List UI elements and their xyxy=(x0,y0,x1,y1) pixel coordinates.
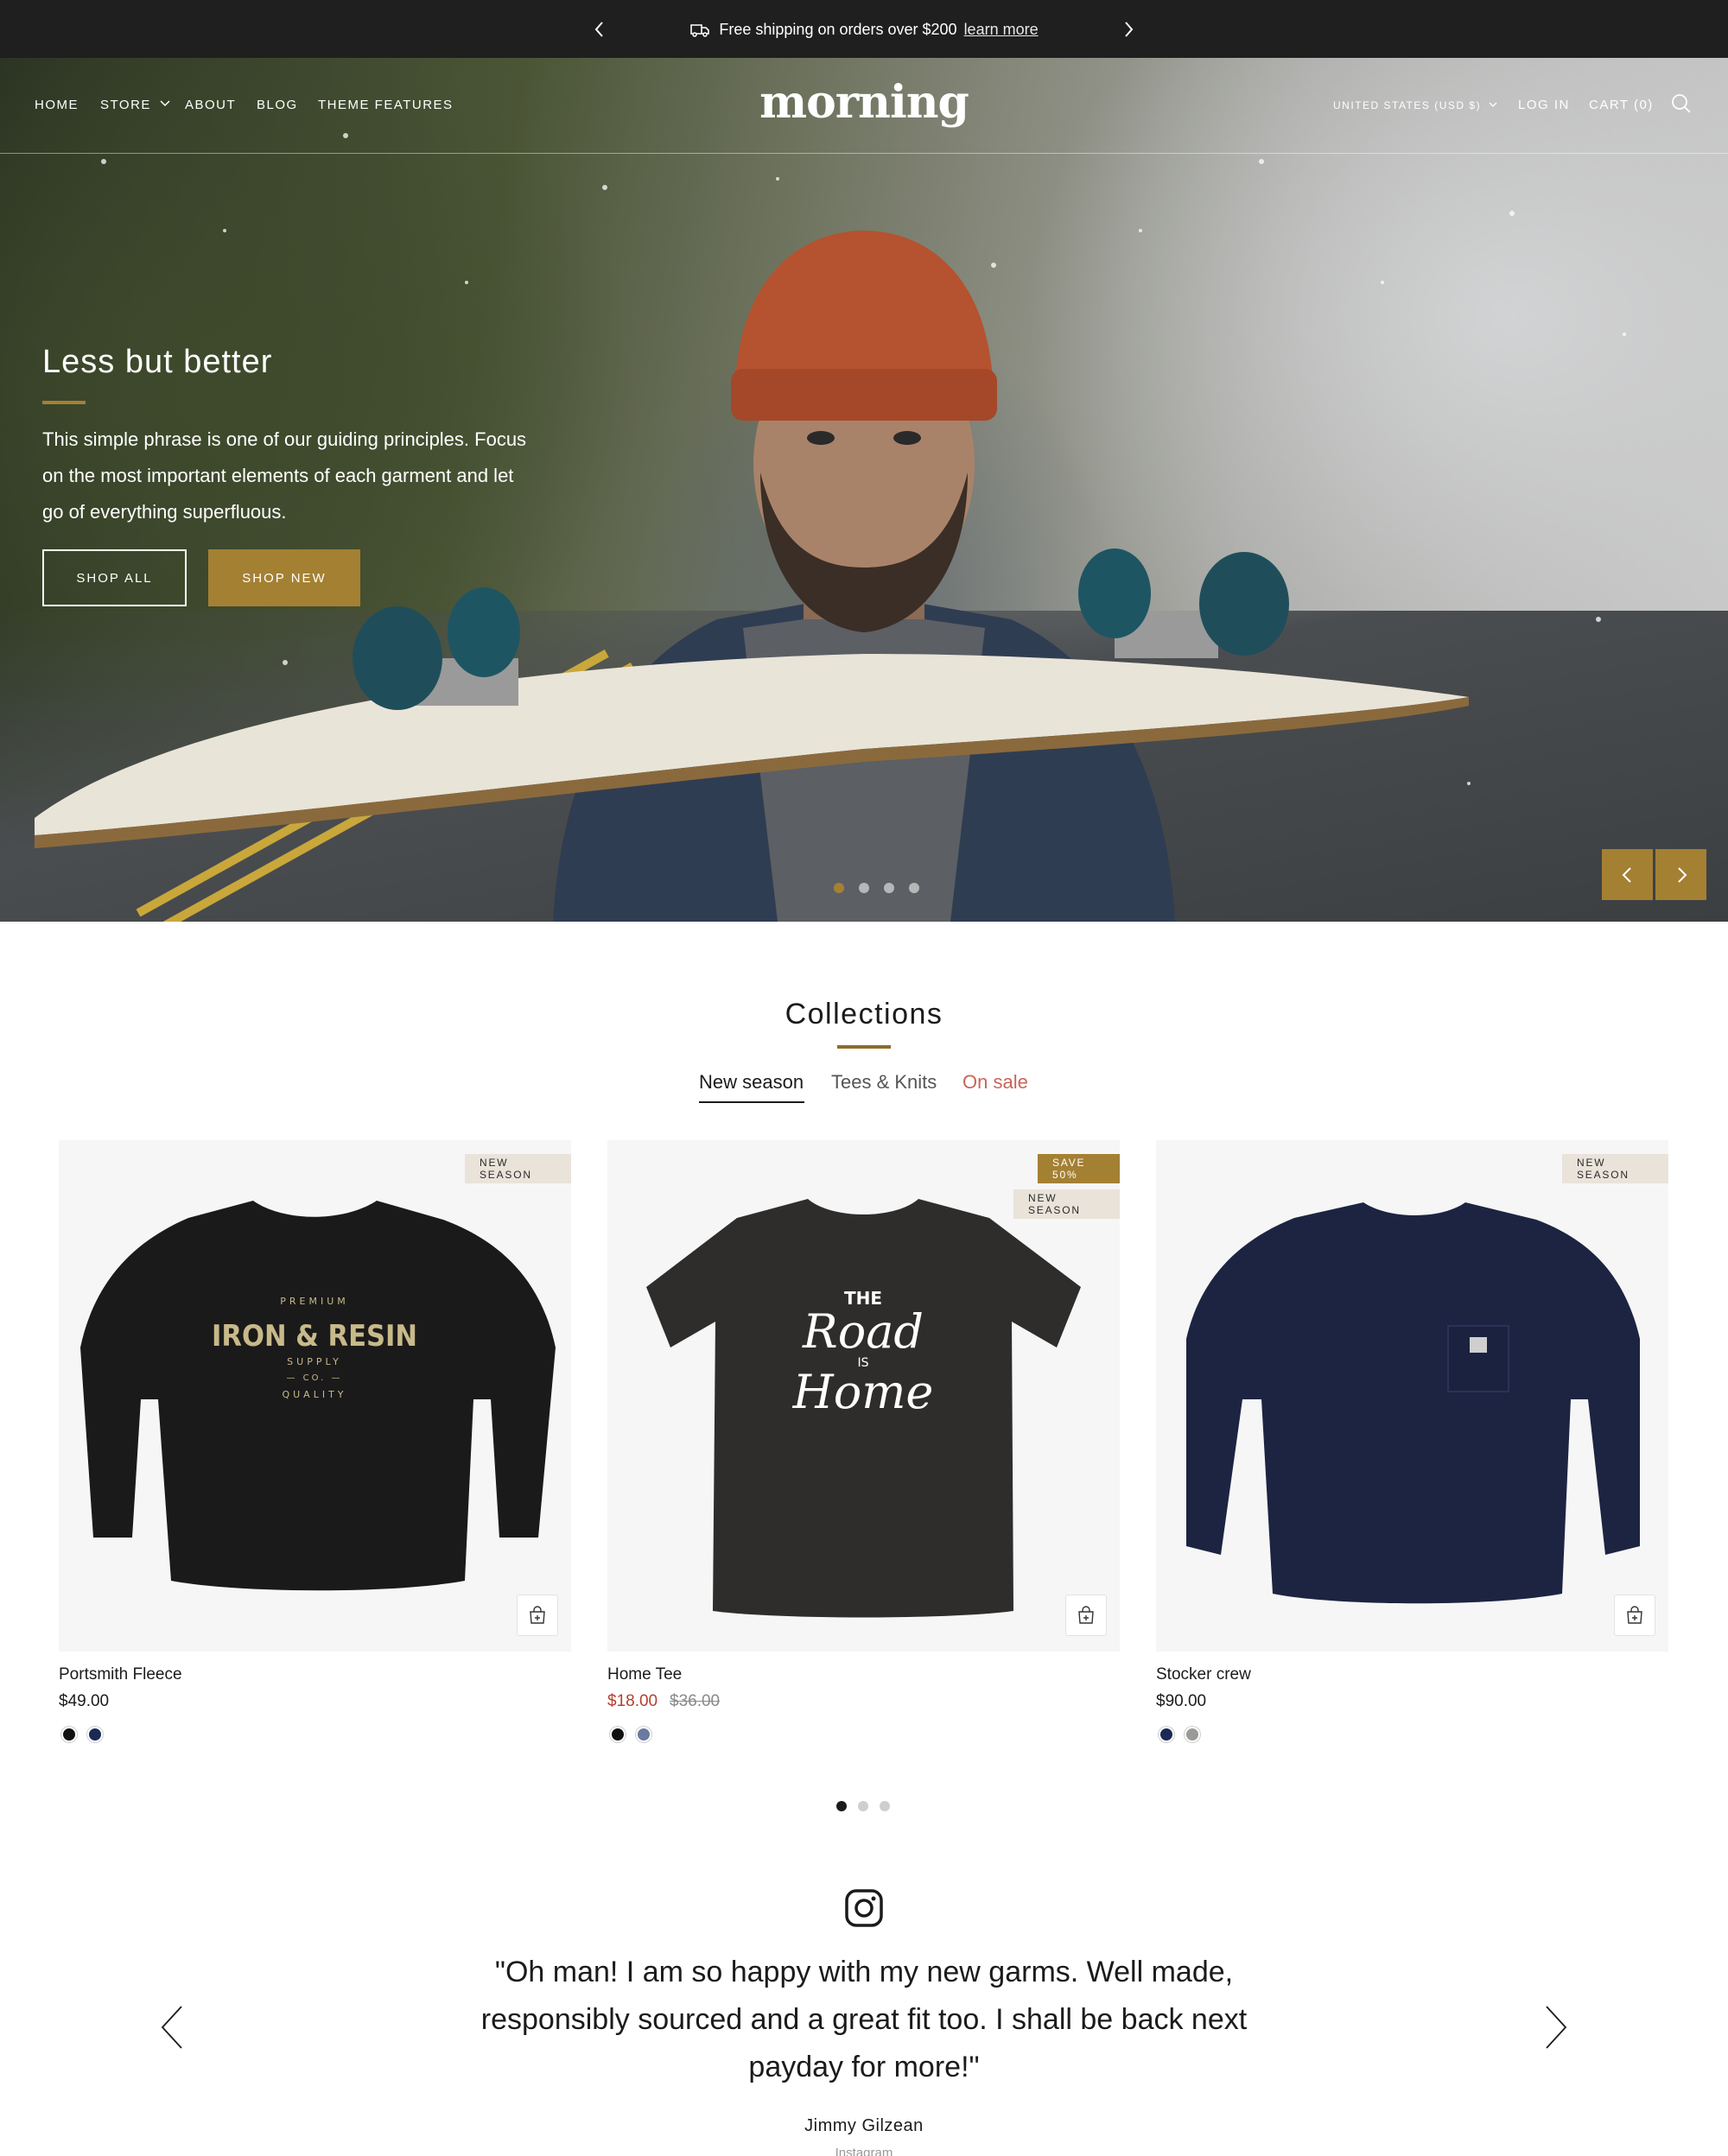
swatch-navy[interactable] xyxy=(87,1727,103,1742)
currency-selector[interactable]: UNITED STATES (USD $) xyxy=(1333,99,1497,111)
carousel-dot[interactable] xyxy=(836,1801,847,1811)
product-image[interactable]: PREMIUM IRON & RESIN SUPPLY — CO. — QUAL… xyxy=(59,1140,571,1652)
currency-label: UNITED STATES (USD $) xyxy=(1333,99,1482,111)
carousel-dot[interactable] xyxy=(858,1801,868,1811)
product-name[interactable]: Home Tee xyxy=(607,1665,682,1684)
truck-icon xyxy=(689,22,710,43)
header-divider xyxy=(0,153,1728,154)
product-name[interactable]: Portsmith Fleece xyxy=(59,1665,182,1684)
product-sale-price: $18.00 xyxy=(607,1692,658,1710)
hero-dot[interactable] xyxy=(909,883,919,893)
hero-next-button[interactable] xyxy=(1655,849,1706,900)
swatch-grey[interactable] xyxy=(1185,1727,1200,1742)
cart-link[interactable]: CART (0) xyxy=(1589,98,1654,112)
hero-text: This simple phrase is one of our guiding… xyxy=(42,428,527,523)
login-link[interactable]: LOG IN xyxy=(1518,98,1570,112)
quick-add-button[interactable] xyxy=(517,1595,558,1636)
active-tab-underline xyxy=(699,1101,804,1103)
product-price: $49.00 xyxy=(59,1692,110,1710)
swatch-black[interactable] xyxy=(61,1727,77,1742)
chevron-left-icon xyxy=(1622,866,1631,883)
hero-dot[interactable] xyxy=(834,883,844,893)
tab-on-sale[interactable]: On sale xyxy=(962,1071,1028,1094)
carousel-dots xyxy=(836,1801,890,1811)
sweatshirt-image xyxy=(1186,1202,1640,1604)
svg-text:PREMIUM: PREMIUM xyxy=(280,1296,349,1307)
badge-sale: SAVE 50% xyxy=(1038,1154,1120,1183)
quick-add-button[interactable] xyxy=(1065,1595,1107,1636)
instagram-icon xyxy=(844,1888,884,1932)
learn-more-link[interactable]: learn more xyxy=(964,21,1039,38)
testimonial-next-icon[interactable] xyxy=(1543,2004,1569,2055)
collections-title-underline xyxy=(837,1045,891,1049)
announcement-bar: Free shipping on orders over $200 learn m… xyxy=(0,0,1728,58)
testimonial-source: Instagram xyxy=(835,2146,893,2156)
add-to-bag-icon xyxy=(1627,1606,1642,1624)
hero-slide-dots xyxy=(834,883,919,893)
svg-text:QUALITY: QUALITY xyxy=(282,1389,346,1400)
swatch-slate-blue[interactable] xyxy=(636,1727,651,1742)
svg-text:IRON & RESIN: IRON & RESIN xyxy=(212,1319,417,1354)
color-swatches xyxy=(61,1727,103,1742)
add-to-bag-icon xyxy=(530,1606,545,1624)
product-name[interactable]: Stocker crew xyxy=(1156,1665,1251,1684)
quick-add-button[interactable] xyxy=(1614,1595,1655,1636)
svg-text:— CO. —: — CO. — xyxy=(287,1373,343,1383)
badge-new-season: NEW SEASON xyxy=(465,1154,571,1183)
tab-new-season[interactable]: New season xyxy=(699,1071,804,1094)
testimonial-prev-icon[interactable] xyxy=(159,2004,185,2055)
product-compare-price: $36.00 xyxy=(670,1692,721,1710)
carousel-dot[interactable] xyxy=(880,1801,890,1811)
sweatshirt-image: PREMIUM IRON & RESIN SUPPLY — CO. — QUAL… xyxy=(80,1201,556,1591)
color-swatches xyxy=(610,1727,651,1742)
chevron-right-icon xyxy=(1677,866,1687,883)
hero-dot[interactable] xyxy=(884,883,894,893)
svg-text:Road: Road xyxy=(802,1304,924,1359)
swatch-navy[interactable] xyxy=(1159,1727,1174,1742)
badge-new-season: NEW SEASON xyxy=(1562,1154,1668,1183)
chevron-down-icon xyxy=(1489,102,1497,107)
add-to-bag-icon xyxy=(1078,1606,1094,1624)
shop-new-button[interactable]: SHOP NEW xyxy=(208,549,360,606)
svg-text:SUPPLY: SUPPLY xyxy=(287,1356,342,1367)
search-icon[interactable] xyxy=(1671,93,1692,118)
product-price: $90.00 xyxy=(1156,1692,1207,1710)
shop-all-button[interactable]: SHOP ALL xyxy=(42,549,187,606)
color-swatches xyxy=(1159,1727,1200,1742)
testimonial-author: Jimmy Gilzean xyxy=(804,2116,924,2135)
hero-dot[interactable] xyxy=(859,883,869,893)
hero-title: Less but better xyxy=(42,344,273,380)
logo-link[interactable]: morning xyxy=(759,76,969,129)
hero-prev-button[interactable] xyxy=(1602,849,1653,900)
announcement-message: Free shipping on orders over $200 learn m… xyxy=(0,19,1728,43)
collections-title: Collections xyxy=(785,998,943,1030)
announcement-text: Free shipping on orders over $200 xyxy=(719,21,957,38)
product-image[interactable] xyxy=(1156,1140,1668,1652)
swatch-black[interactable] xyxy=(610,1727,626,1742)
announcement-next-icon[interactable] xyxy=(1116,17,1140,41)
badge-new-season: NEW SEASON xyxy=(1013,1189,1120,1219)
svg-text:Home: Home xyxy=(792,1365,934,1419)
testimonial-quote: "Oh man! I am so happy with my new garms… xyxy=(480,1956,1248,2083)
tab-tees-knits[interactable]: Tees & Knits xyxy=(831,1071,937,1094)
hero-title-underline xyxy=(42,401,86,404)
